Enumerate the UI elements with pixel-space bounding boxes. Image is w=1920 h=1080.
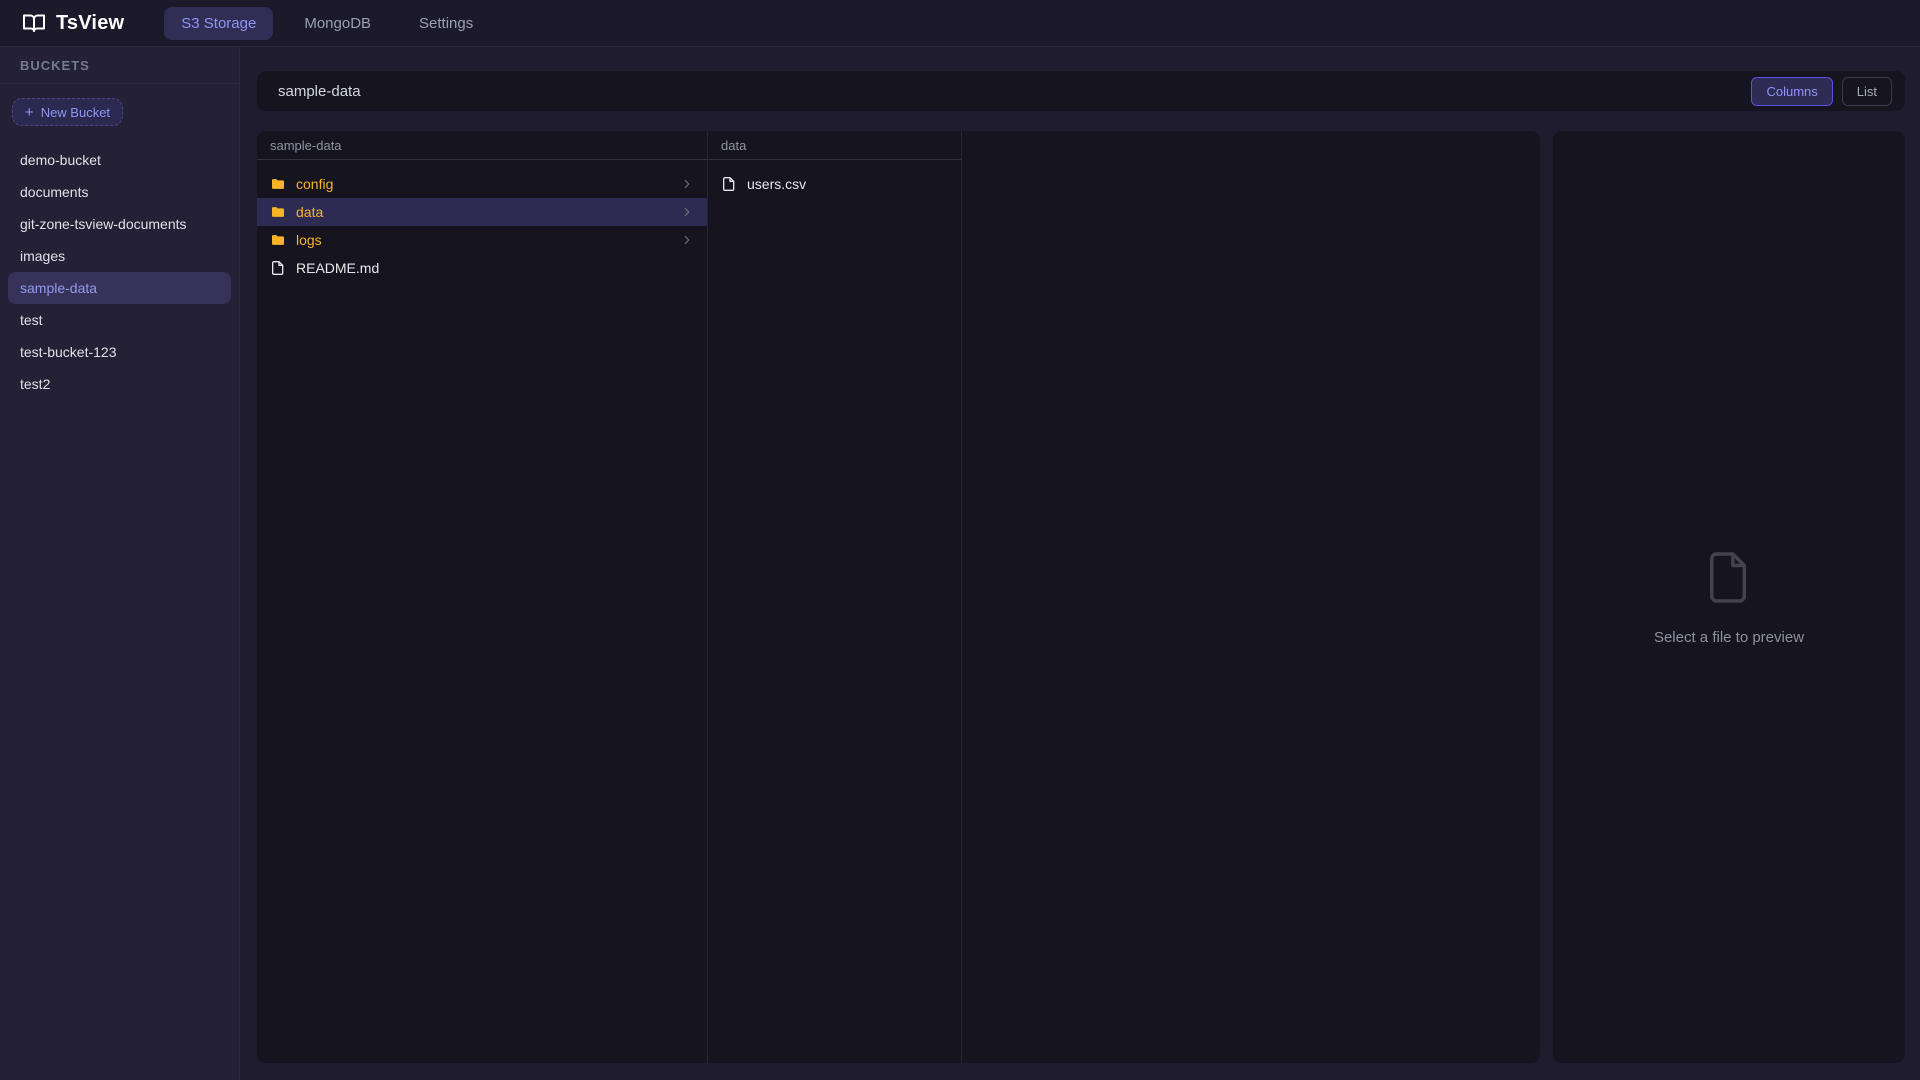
content-row: sample-data config [257,131,1905,1063]
entry-name: users.csv [747,176,806,192]
sidebar-header: BUCKETS [0,47,239,84]
tab-settings[interactable]: Settings [402,7,490,40]
folder-icon [270,204,286,220]
columns-view-button[interactable]: Columns [1751,77,1832,106]
new-bucket-area: + New Bucket [0,84,239,134]
bucket-item-git-zone-tsview-documents[interactable]: git-zone-tsview-documents [8,208,231,240]
file-icon [721,176,737,192]
entry-config[interactable]: config [257,170,707,198]
chevron-right-icon [680,233,694,247]
column-body: users.csv [708,160,961,198]
entry-name: config [296,176,333,192]
column-header: sample-data [257,131,707,160]
file-preview-panel: Select a file to preview [1553,131,1905,1063]
entry-users-csv[interactable]: users.csv [708,170,961,198]
buckets-section-title: BUCKETS [20,58,90,73]
bucket-title: sample-data [278,83,361,100]
main-content: sample-data Columns List sample-data c [240,47,1920,1080]
folder-icon [270,232,286,248]
column-sample-data: sample-data config [257,131,708,1063]
new-bucket-label: New Bucket [41,105,110,120]
bucket-header-bar: sample-data Columns List [257,71,1905,111]
bucket-item-images[interactable]: images [8,240,231,272]
folder-icon [270,176,286,192]
plus-icon: + [25,105,34,120]
preview-placeholder-text: Select a file to preview [1654,629,1804,646]
bucket-item-demo-bucket[interactable]: demo-bucket [8,144,231,176]
bucket-item-sample-data[interactable]: sample-data [8,272,231,304]
app-title: TsView [56,12,124,35]
bucket-item-test[interactable]: test [8,304,231,336]
view-toggle: Columns List [1751,77,1892,106]
brand: TsView [22,11,124,35]
entry-data[interactable]: data [257,198,707,226]
list-view-button[interactable]: List [1842,77,1892,106]
entry-logs[interactable]: logs [257,226,707,254]
entry-name: README.md [296,260,379,276]
bucket-item-documents[interactable]: documents [8,176,231,208]
tab-s3-storage[interactable]: S3 Storage [164,7,273,40]
tab-mongodb[interactable]: MongoDB [287,7,388,40]
new-bucket-button[interactable]: + New Bucket [12,98,123,126]
main-nav: S3 Storage MongoDB Settings [164,7,490,40]
bucket-item-test-bucket-123[interactable]: test-bucket-123 [8,336,231,368]
file-browser-columns: sample-data config [257,131,1540,1063]
file-placeholder-icon [1706,549,1752,605]
topbar: TsView S3 Storage MongoDB Settings [0,0,1920,47]
entry-name: data [296,204,323,220]
chevron-right-icon [680,177,694,191]
column-header: data [708,131,961,160]
bucket-list: demo-bucket documents git-zone-tsview-do… [0,134,239,410]
bucket-item-test2[interactable]: test2 [8,368,231,400]
chevron-right-icon [680,205,694,219]
column-body: config data [257,160,707,282]
buckets-sidebar: BUCKETS + New Bucket demo-bucket documen… [0,47,240,1080]
file-icon [270,260,286,276]
book-open-icon [22,11,46,35]
column-data: data users.csv [708,131,962,1063]
entry-name: logs [296,232,322,248]
entry-readme-md[interactable]: README.md [257,254,707,282]
